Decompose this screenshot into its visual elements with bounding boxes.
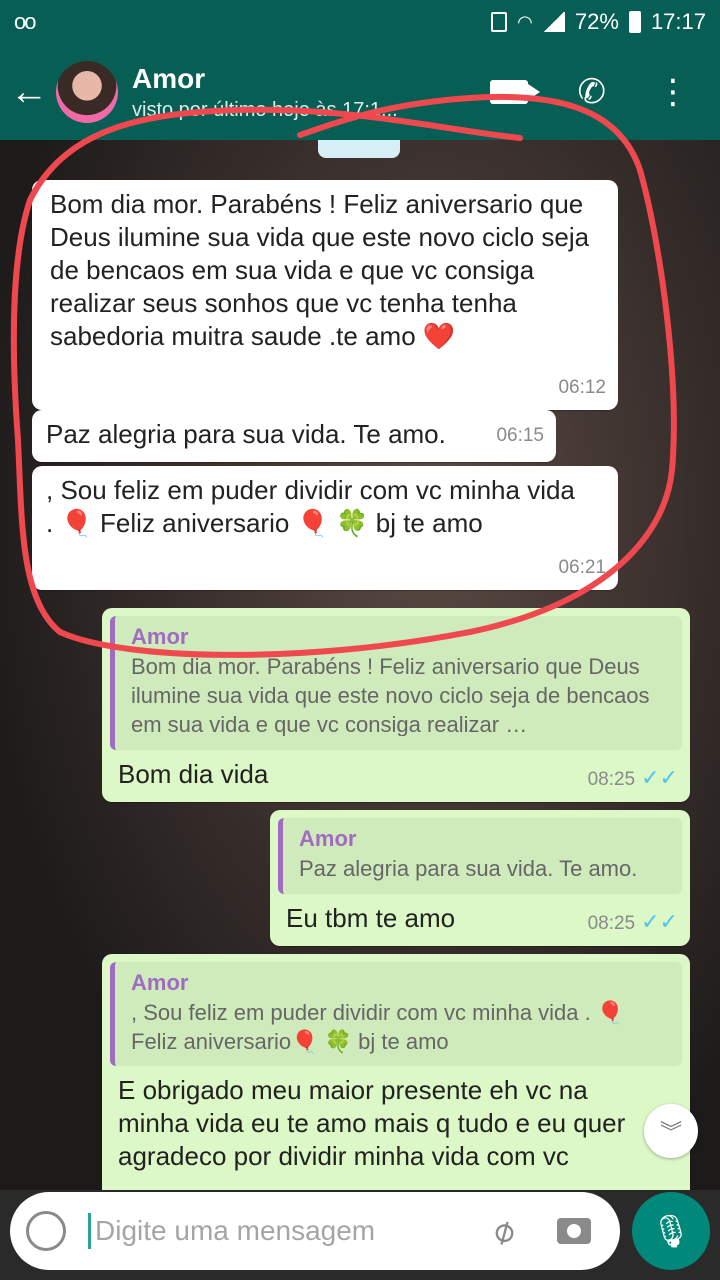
chevron-down-icon: ︾ xyxy=(659,1120,682,1145)
message-text: Paz alegria para sua vida. Te amo. xyxy=(46,419,446,449)
read-receipt-icon: ✓✓ xyxy=(641,909,678,934)
camera-icon[interactable] xyxy=(557,1218,592,1244)
battery-percent: 72% xyxy=(574,9,619,34)
message-composer: ⌀ xyxy=(10,1192,620,1270)
quote-text: , Sou feliz em puder dividir com vc minh… xyxy=(131,1000,625,1054)
contact-info[interactable]: Amor visto por último hoje às 17:1... xyxy=(132,63,398,122)
message-text: , Sou feliz em puder dividir com vc minh… xyxy=(46,475,575,538)
contact-name: Amor xyxy=(132,62,206,94)
text-caret xyxy=(88,1213,91,1249)
quote-author: Amor xyxy=(131,624,189,649)
message-outgoing[interactable]: Amor Paz alegria para sua vida. Te amo. … xyxy=(270,810,690,946)
quote-author: Amor xyxy=(299,826,357,851)
last-seen: visto por último hoje às 17:1... xyxy=(132,98,398,121)
attach-icon[interactable]: ⌀ xyxy=(484,1209,522,1254)
message-time: 06:21 xyxy=(558,557,606,578)
message-time: 06:12 xyxy=(558,377,606,398)
battery-icon xyxy=(628,11,641,33)
microphone-icon: 🎙 xyxy=(650,1213,692,1249)
chat-area[interactable]: Bom dia mor. Parabéns ! Feliz aniversari… xyxy=(0,140,720,1190)
message-time-wrap: 08:25 ✓✓ xyxy=(588,761,678,796)
message-incoming[interactable]: Bom dia mor. Parabéns ! Feliz aniversari… xyxy=(32,180,618,410)
message-input[interactable] xyxy=(95,1215,485,1247)
chat-header: ← Amor visto por último hoje às 17:1... … xyxy=(0,44,720,140)
header-actions: ✆ ⋮ xyxy=(489,72,690,112)
quote-text: Paz alegria para sua vida. Te amo. xyxy=(299,856,638,881)
message-incoming[interactable]: , Sou feliz em puder dividir com vc minh… xyxy=(32,466,618,590)
more-options-icon[interactable]: ⋮ xyxy=(656,75,690,109)
quoted-message[interactable]: Amor , Sou feliz em puder dividir com vc… xyxy=(110,962,682,1066)
wifi-icon: ◠ xyxy=(517,11,533,32)
sim-icon xyxy=(491,12,508,32)
message-time: 08:25 xyxy=(587,769,636,790)
message-incoming[interactable]: Paz alegria para sua vida. Te amo. 06:15 xyxy=(32,410,556,462)
video-call-icon[interactable] xyxy=(489,80,540,104)
status-bar: oo ◠ 72% 17:17 xyxy=(0,0,720,44)
quote-text: Bom dia mor. Parabéns ! Feliz aniversari… xyxy=(131,654,650,736)
message-time: 08:25 xyxy=(587,913,636,934)
message-time: 06:15 xyxy=(496,425,544,446)
message-text: E obrigado meu maior presente eh vc na m… xyxy=(118,1075,626,1171)
status-right: ◠ 72% 17:17 xyxy=(491,9,706,35)
message-outgoing[interactable]: Amor , Sou feliz em puder dividir com vc… xyxy=(102,954,690,1190)
date-pill xyxy=(318,140,400,158)
message-outgoing[interactable]: Amor Bom dia mor. Parabéns ! Feliz anive… xyxy=(102,608,690,802)
back-arrow-icon[interactable]: ← xyxy=(10,73,50,111)
avatar[interactable] xyxy=(56,61,118,123)
quoted-message[interactable]: Amor Paz alegria para sua vida. Te amo. xyxy=(278,818,682,894)
message-time-wrap: 08:25 ✓✓ xyxy=(588,905,678,940)
signal-icon xyxy=(542,12,565,32)
emoji-icon[interactable] xyxy=(26,1211,66,1251)
clock: 17:17 xyxy=(650,9,706,34)
quoted-message[interactable]: Amor Bom dia mor. Parabéns ! Feliz anive… xyxy=(110,616,682,750)
read-receipt-icon: ✓✓ xyxy=(641,765,678,790)
phone-icon[interactable]: ✆ xyxy=(578,72,607,112)
voicemail-icon: oo xyxy=(14,9,37,34)
message-text: Bom dia mor. Parabéns ! Feliz aniversari… xyxy=(50,189,590,351)
quote-author: Amor xyxy=(131,970,189,995)
mic-button[interactable]: 🎙 xyxy=(632,1192,710,1270)
scroll-down-button[interactable]: ︾ xyxy=(644,1104,698,1158)
